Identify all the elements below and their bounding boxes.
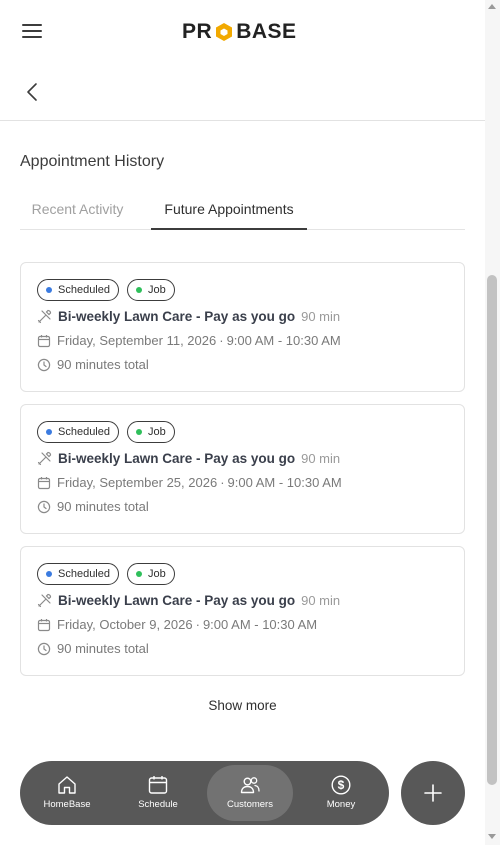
users-icon	[240, 777, 260, 794]
scroll-up-arrow-icon[interactable]	[488, 4, 496, 9]
type-dot-icon	[136, 287, 142, 293]
tools-icon	[37, 309, 52, 324]
separator-dot: ·	[219, 333, 224, 348]
service-duration: 90 min	[301, 593, 341, 608]
logo-hexagon-icon	[216, 23, 233, 41]
type-dot-icon	[136, 429, 142, 435]
badge-group: Scheduled Job	[37, 279, 175, 301]
show-more-button[interactable]: Show more	[190, 698, 295, 718]
total-row: 90 minutes total	[37, 357, 149, 372]
status-label: Scheduled	[58, 568, 110, 580]
date-row: Friday, October 9, 2026 · 9:00 AM - 10:3…	[37, 617, 317, 632]
type-dot-icon	[136, 571, 142, 577]
menu-line	[22, 30, 42, 32]
status-badge: Scheduled	[37, 279, 119, 301]
appointment-date: Friday, September 25, 2026	[57, 475, 218, 490]
type-label: Job	[148, 426, 166, 438]
dollar-icon: $	[331, 775, 351, 795]
appointment-card[interactable]: Scheduled Job Bi-weekly Lawn Care - Pay …	[20, 262, 465, 392]
probase-logo[interactable]: PR BASE	[182, 19, 297, 45]
calendar-icon	[37, 618, 51, 631]
total-row: 90 minutes total	[37, 641, 149, 656]
page-title: Appointment History	[20, 153, 165, 170]
logo-text-left: PR	[182, 20, 213, 43]
type-badge: Job	[127, 279, 175, 301]
service-name: Bi-weekly Lawn Care - Pay as you go	[58, 593, 296, 608]
plus-icon	[424, 784, 442, 802]
clock-icon	[37, 500, 51, 513]
clock-icon	[37, 358, 51, 371]
status-badge: Scheduled	[37, 421, 119, 443]
appointment-card[interactable]: Scheduled Job Bi-weekly Lawn Care - Pay …	[20, 546, 465, 676]
app-header: PR BASE	[0, 0, 485, 64]
status-dot-icon	[46, 429, 52, 435]
service-duration: 90 min	[301, 451, 341, 466]
logo-text-right: BASE	[236, 20, 297, 43]
total-duration: 90 minutes total	[57, 499, 149, 514]
badge-group: Scheduled Job	[37, 421, 175, 443]
home-icon	[58, 776, 76, 794]
nav-item-customers[interactable]: Customers	[207, 765, 293, 821]
date-row: Friday, September 25, 2026 · 9:00 AM - 1…	[37, 475, 342, 490]
service-name: Bi-weekly Lawn Care - Pay as you go	[58, 309, 296, 324]
type-label: Job	[148, 284, 166, 296]
nav-item-money[interactable]: $ Money	[298, 765, 384, 821]
total-row: 90 minutes total	[37, 499, 149, 514]
total-duration: 90 minutes total	[57, 641, 149, 656]
calendar-icon	[37, 334, 51, 347]
add-button[interactable]	[401, 761, 465, 825]
header-divider	[0, 120, 485, 121]
status-label: Scheduled	[58, 426, 110, 438]
calendar-icon	[148, 776, 168, 794]
appointment-date: Friday, October 9, 2026	[57, 617, 193, 632]
service-row: Bi-weekly Lawn Care - Pay as you go 90 m…	[37, 309, 340, 324]
chevron-left-icon	[27, 83, 37, 101]
status-label: Scheduled	[58, 284, 110, 296]
appointment-card[interactable]: Scheduled Job Bi-weekly Lawn Care - Pay …	[20, 404, 465, 534]
hamburger-menu-button[interactable]	[22, 24, 42, 40]
nav-item-schedule[interactable]: Schedule	[115, 765, 201, 821]
separator-dot: ·	[220, 475, 225, 490]
status-badge: Scheduled	[37, 563, 119, 585]
service-row: Bi-weekly Lawn Care - Pay as you go 90 m…	[37, 593, 340, 608]
total-duration: 90 minutes total	[57, 357, 149, 372]
tab-future-appointments[interactable]: Future Appointments	[151, 195, 307, 230]
clock-icon	[37, 642, 51, 655]
service-row: Bi-weekly Lawn Care - Pay as you go 90 m…	[37, 451, 340, 466]
separator-dot: ·	[195, 617, 200, 632]
appointment-date: Friday, September 11, 2026	[57, 333, 217, 348]
nav-item-homebase[interactable]: HomeBase	[24, 765, 110, 821]
badge-group: Scheduled Job	[37, 563, 175, 585]
calendar-icon	[37, 476, 51, 489]
service-name: Bi-weekly Lawn Care - Pay as you go	[58, 451, 296, 466]
back-button[interactable]	[22, 80, 44, 104]
tools-icon	[37, 451, 52, 466]
appointment-time: 9:00 AM - 10:30 AM	[227, 475, 342, 490]
scroll-down-arrow-icon[interactable]	[488, 834, 496, 839]
date-row: Friday, September 11, 2026 · 9:00 AM - 1…	[37, 333, 341, 348]
menu-line	[22, 36, 42, 38]
nav-label: Money	[326, 799, 356, 810]
status-dot-icon	[46, 287, 52, 293]
type-badge: Job	[127, 421, 175, 443]
bottom-nav: HomeBase Schedule Customers $ Money	[20, 761, 389, 825]
tab-bar: Recent Activity Future Appointments	[20, 195, 465, 230]
appointment-time: 9:00 AM - 10:30 AM	[202, 617, 318, 632]
nav-label: Customers	[227, 799, 273, 810]
service-duration: 90 min	[301, 309, 341, 324]
svg-text:$: $	[338, 778, 345, 792]
appointment-time: 9:00 AM - 10:30 AM	[226, 333, 341, 348]
nav-label: Schedule	[138, 799, 178, 810]
status-dot-icon	[46, 571, 52, 577]
nav-label: HomeBase	[43, 799, 91, 810]
tab-recent-activity[interactable]: Recent Activity	[20, 195, 135, 230]
tools-icon	[37, 593, 52, 608]
type-label: Job	[148, 568, 166, 580]
menu-line	[22, 24, 42, 26]
scrollbar-thumb[interactable]	[487, 275, 497, 785]
type-badge: Job	[127, 563, 175, 585]
